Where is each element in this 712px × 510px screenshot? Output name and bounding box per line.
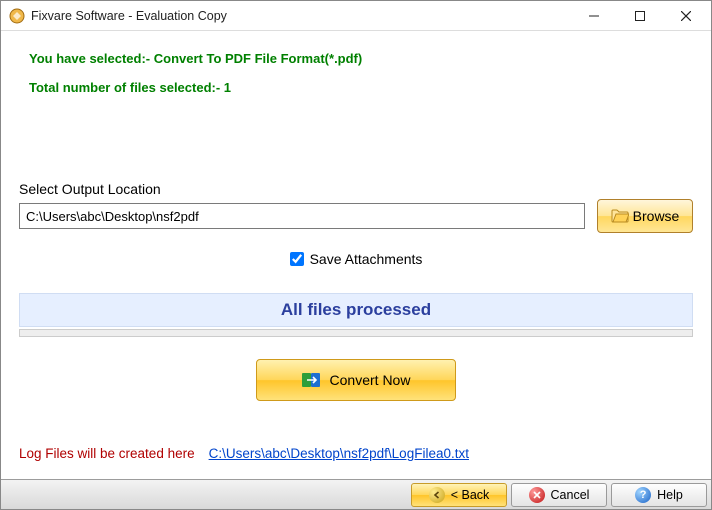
- minimize-button[interactable]: [571, 2, 617, 30]
- browse-button[interactable]: Browse: [597, 199, 693, 233]
- back-icon: [429, 487, 445, 503]
- help-button-label: Help: [657, 488, 683, 502]
- status-banner: All files processed: [19, 293, 693, 327]
- close-button[interactable]: [663, 2, 709, 30]
- browse-button-label: Browse: [633, 208, 680, 224]
- file-count-info: Total number of files selected:- 1: [29, 80, 693, 95]
- status-text: All files processed: [281, 300, 431, 320]
- wizard-footer: < Back Cancel ? Help: [1, 479, 711, 509]
- title-bar: Fixvare Software - Evaluation Copy: [1, 1, 711, 31]
- window-controls: [571, 2, 709, 30]
- convert-now-button[interactable]: Convert Now: [256, 359, 456, 401]
- save-attachments-label[interactable]: Save Attachments: [310, 251, 423, 267]
- log-file-link[interactable]: C:\Users\abc\Desktop\nsf2pdf\LogFilea0.t…: [209, 446, 469, 461]
- convert-button-label: Convert Now: [330, 372, 411, 388]
- log-row: Log Files will be created here C:\Users\…: [19, 442, 693, 471]
- cancel-icon: [529, 487, 545, 503]
- help-button[interactable]: ? Help: [611, 483, 707, 507]
- output-row: Browse: [19, 199, 693, 233]
- selected-format-info: You have selected:- Convert To PDF File …: [29, 51, 693, 66]
- convert-icon: [302, 371, 322, 389]
- output-path-input[interactable]: [19, 203, 585, 229]
- folder-icon: [611, 209, 629, 223]
- window-title: Fixvare Software - Evaluation Copy: [31, 9, 571, 23]
- cancel-button-label: Cancel: [551, 488, 590, 502]
- app-icon: [9, 8, 25, 24]
- help-icon: ?: [635, 487, 651, 503]
- log-files-label: Log Files will be created here: [19, 446, 195, 461]
- output-location-label: Select Output Location: [19, 181, 693, 197]
- back-button[interactable]: < Back: [411, 483, 507, 507]
- maximize-button[interactable]: [617, 2, 663, 30]
- save-attachments-checkbox[interactable]: [290, 252, 304, 266]
- content-area: You have selected:- Convert To PDF File …: [1, 31, 711, 479]
- save-attachments-row: Save Attachments: [19, 251, 693, 267]
- cancel-button[interactable]: Cancel: [511, 483, 607, 507]
- progress-bar: [19, 329, 693, 337]
- back-button-label: < Back: [451, 488, 490, 502]
